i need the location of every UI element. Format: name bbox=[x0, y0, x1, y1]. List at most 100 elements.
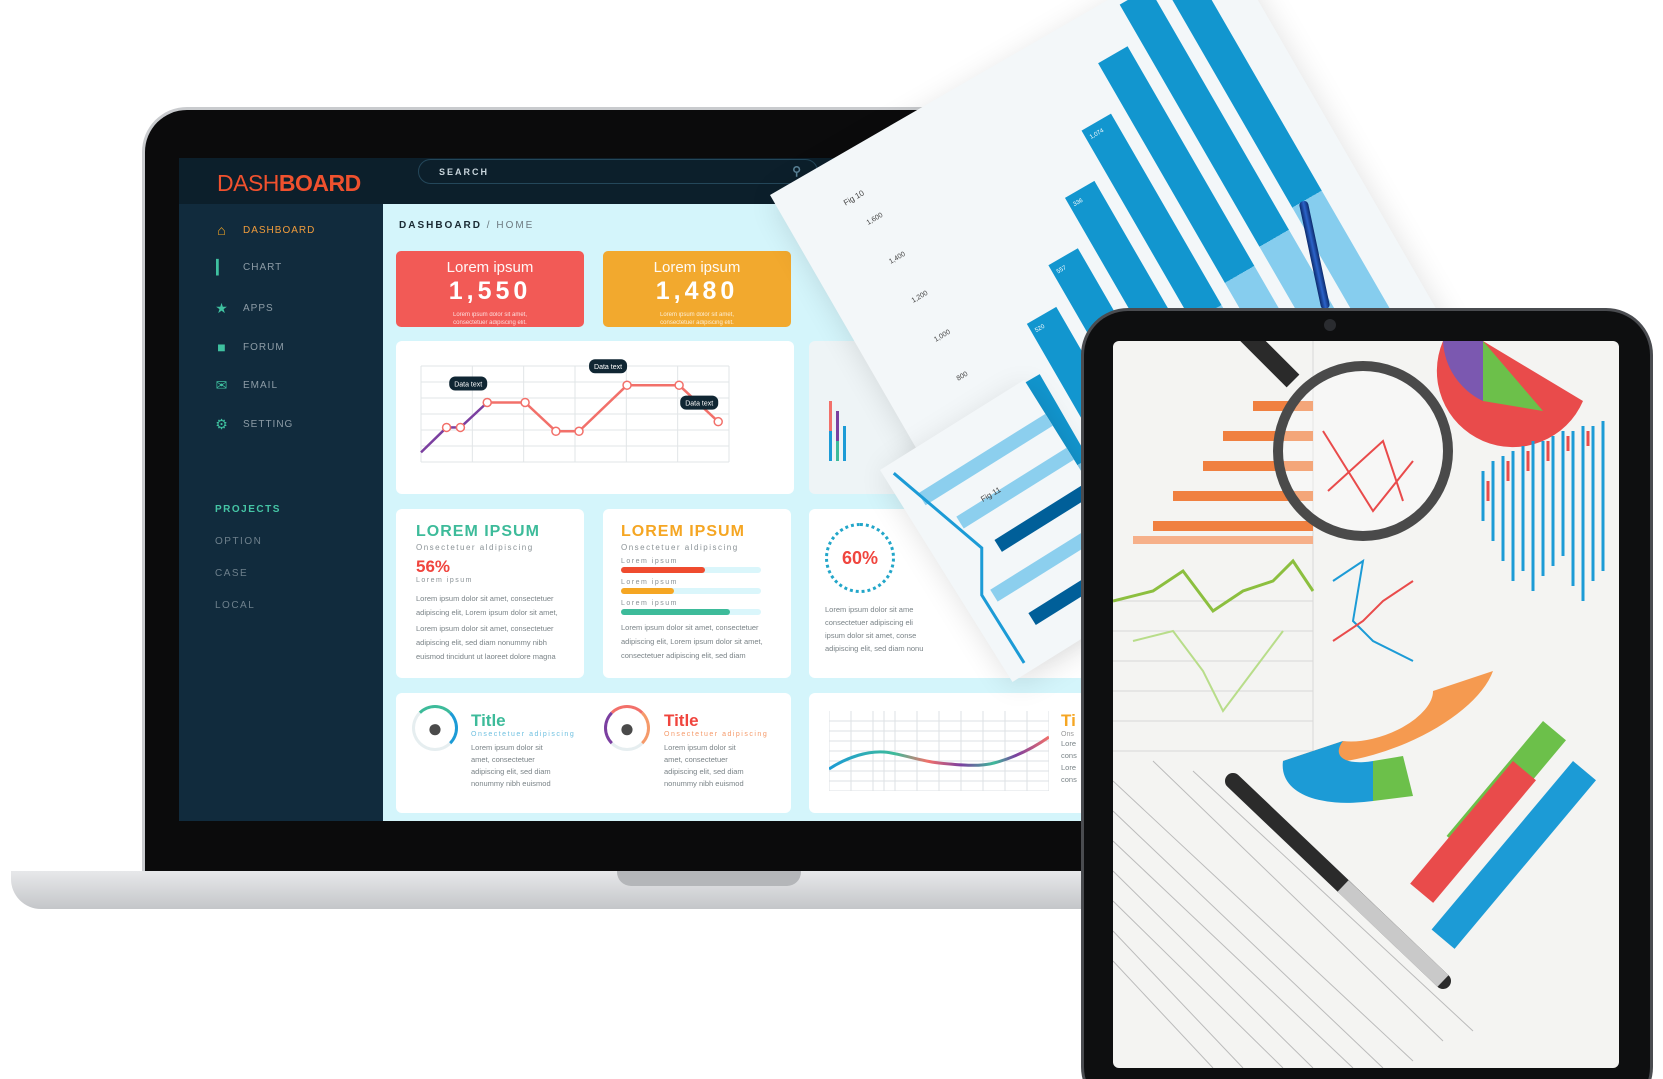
chat-bubble-icon: ■ bbox=[217, 339, 227, 355]
card-subtitle: Onsectetuer aldipiscing bbox=[621, 543, 739, 552]
profile-text: nonummy nibh euismod bbox=[471, 779, 551, 788]
photo-green-line bbox=[1113, 558, 1315, 614]
profile-text: Lore bbox=[1061, 739, 1077, 748]
data-point[interactable] bbox=[674, 380, 684, 390]
stat-desc: Lorem ipsum dolor sit amet, bbox=[452, 312, 528, 318]
gauge-percent: 60% bbox=[841, 548, 879, 568]
stat-desc: consectetuer adipiscing elit. bbox=[660, 320, 734, 326]
charts-photo bbox=[1113, 341, 1605, 1068]
progress-label: Lorem ipsum bbox=[621, 600, 678, 607]
sidebar-item-label: APPS bbox=[243, 302, 274, 314]
project-item-local[interactable]: LOCAL bbox=[215, 600, 255, 611]
project-item-case[interactable]: CASE bbox=[215, 568, 248, 579]
line-chart: Data text Data text Data text bbox=[420, 359, 730, 463]
stat-title: Lorem ipsum bbox=[446, 259, 534, 276]
bar-chart-icon: ▎ bbox=[216, 258, 228, 275]
profile-subtitle: Onsectetuer adipiscing bbox=[471, 731, 576, 738]
paper-tick: 800 bbox=[955, 370, 970, 383]
photo-diagonal-bars bbox=[1410, 721, 1596, 949]
sidebar-item-chart[interactable]: ▎ CHART bbox=[213, 257, 282, 277]
info-card-progress: LOREM IPSUM Onsectetuer aldipiscing Lore… bbox=[603, 509, 791, 678]
stat-desc: consectetuer adipiscing elit. bbox=[453, 320, 527, 326]
data-point[interactable] bbox=[455, 422, 466, 433]
data-point[interactable] bbox=[622, 380, 632, 390]
fig-label: Fig 10 bbox=[841, 188, 866, 208]
search-input[interactable]: SEARCH ⚲ bbox=[418, 159, 818, 184]
progress-fill bbox=[621, 588, 675, 594]
wave-chart-card: Ti Ons Lore cons Lore cons bbox=[809, 693, 1109, 813]
breadcrumb: DASHBOARD / HOME bbox=[399, 220, 534, 231]
card-text: Lorem ipsum dolor sit amet, consectetuer bbox=[416, 594, 554, 603]
info-card-percent: LOREM IPSUM Onsectetuer aldipiscing 56% … bbox=[396, 509, 584, 678]
progress-label: Lorem ipsum bbox=[621, 579, 678, 586]
progress-label: Lorem ipsum bbox=[621, 558, 678, 565]
paper-tick: 1,200 bbox=[910, 289, 930, 305]
card-subtitle: Onsectetuer aldipiscing bbox=[416, 543, 534, 552]
data-point[interactable] bbox=[441, 422, 452, 433]
gauge-ring: 60% bbox=[825, 523, 895, 593]
sidebar-item-label: DASHBOARD bbox=[243, 224, 316, 236]
magnifier-handle bbox=[1240, 341, 1300, 388]
card-percent: 56% bbox=[416, 557, 451, 576]
card-text: consectetuer adipiscing elit, sed diam bbox=[621, 651, 746, 660]
card-text: adipiscing elit, Lorem ipsum dolor sit a… bbox=[621, 637, 763, 646]
card-text: adipiscing elit, sed diam nonummy nibh bbox=[416, 638, 547, 647]
stat-card-red[interactable]: Lorem ipsum 1,550 Lorem ipsum dolor sit … bbox=[396, 251, 584, 327]
profile-text: adipiscing elit, sed diam bbox=[664, 767, 744, 776]
profile-title: Title bbox=[471, 711, 506, 730]
photo-green-line2 bbox=[1132, 629, 1284, 713]
data-point[interactable] bbox=[574, 426, 584, 437]
paper-tick: 1,400 bbox=[888, 250, 907, 266]
photo-table bbox=[1113, 760, 1474, 1068]
avatar-female[interactable]: ● bbox=[412, 705, 458, 751]
breadcrumb-separator: / bbox=[486, 220, 492, 231]
sidebar-item-forum[interactable]: ■ FORUM bbox=[213, 337, 285, 357]
data-tooltip-label: Data text bbox=[594, 364, 622, 371]
avatar-male[interactable]: ● bbox=[604, 705, 650, 751]
sidebar-item-label: SETTING bbox=[243, 418, 294, 430]
paper-tick: 1,000 bbox=[933, 328, 952, 344]
tablet bbox=[1084, 311, 1650, 1079]
logo[interactable]: DASHBOARD bbox=[217, 170, 361, 197]
progress-bar bbox=[621, 588, 761, 594]
photo-donut bbox=[1283, 671, 1493, 765]
sidebar-item-apps[interactable]: ★ APPS bbox=[213, 298, 274, 318]
profile-text: amet, consectetuer bbox=[664, 755, 728, 764]
stat-title: Lorem ipsum bbox=[653, 259, 741, 276]
data-tooltip-label: Data text bbox=[454, 381, 482, 388]
sidebar-item-label: EMAIL bbox=[243, 379, 279, 391]
stat-value: 1,480 bbox=[655, 277, 739, 305]
profile-text: cons bbox=[1061, 751, 1077, 760]
wave-chart bbox=[829, 711, 1049, 791]
sidebar: ⌂ DASHBOARD ▎ CHART ★ APPS ■ FORUM ✉ EMAIL ⚙ S… bbox=[179, 204, 383, 821]
sidebar-item-email[interactable]: ✉ EMAIL bbox=[213, 375, 278, 395]
stat-value: 1,550 bbox=[448, 277, 532, 305]
profile-text: cons bbox=[1061, 775, 1077, 784]
breadcrumb-home[interactable]: HOME bbox=[496, 220, 534, 231]
laptop-base bbox=[11, 871, 1121, 909]
card-caption: Lorem ipsum bbox=[416, 577, 473, 584]
paper-tick: 1,600 bbox=[865, 211, 885, 227]
data-point[interactable] bbox=[551, 426, 561, 437]
mini-bar-chart bbox=[829, 401, 846, 461]
photo-red-line bbox=[1332, 580, 1414, 642]
stat-card-orange[interactable]: Lorem ipsum 1,480 Lorem ipsum dolor sit … bbox=[603, 251, 791, 327]
profile-subtitle: Onsectetuer adipiscing bbox=[664, 731, 769, 738]
data-point[interactable] bbox=[520, 397, 530, 408]
progress-fill bbox=[621, 567, 705, 573]
laptop-notch bbox=[617, 871, 801, 886]
sidebar-item-setting[interactable]: ⚙ SETTING bbox=[213, 414, 293, 434]
card-title: LOREM IPSUM bbox=[416, 523, 540, 540]
paper-bar-label: 336 bbox=[1072, 197, 1085, 209]
data-point[interactable] bbox=[482, 397, 492, 408]
profile-text: Lorem ipsum dolor sit bbox=[664, 743, 736, 752]
mini-bar bbox=[829, 431, 832, 461]
line-segment bbox=[524, 401, 557, 433]
breadcrumb-current[interactable]: DASHBOARD bbox=[399, 220, 482, 231]
mini-bar bbox=[843, 426, 846, 461]
logo-light: DASH bbox=[217, 170, 279, 196]
card-text: Lorem ipsum dolor sit amet, consectetuer bbox=[621, 623, 759, 632]
project-item-option[interactable]: OPTION bbox=[215, 536, 262, 547]
data-point[interactable] bbox=[713, 416, 723, 427]
sidebar-item-dashboard[interactable]: ⌂ DASHBOARD bbox=[213, 220, 315, 240]
